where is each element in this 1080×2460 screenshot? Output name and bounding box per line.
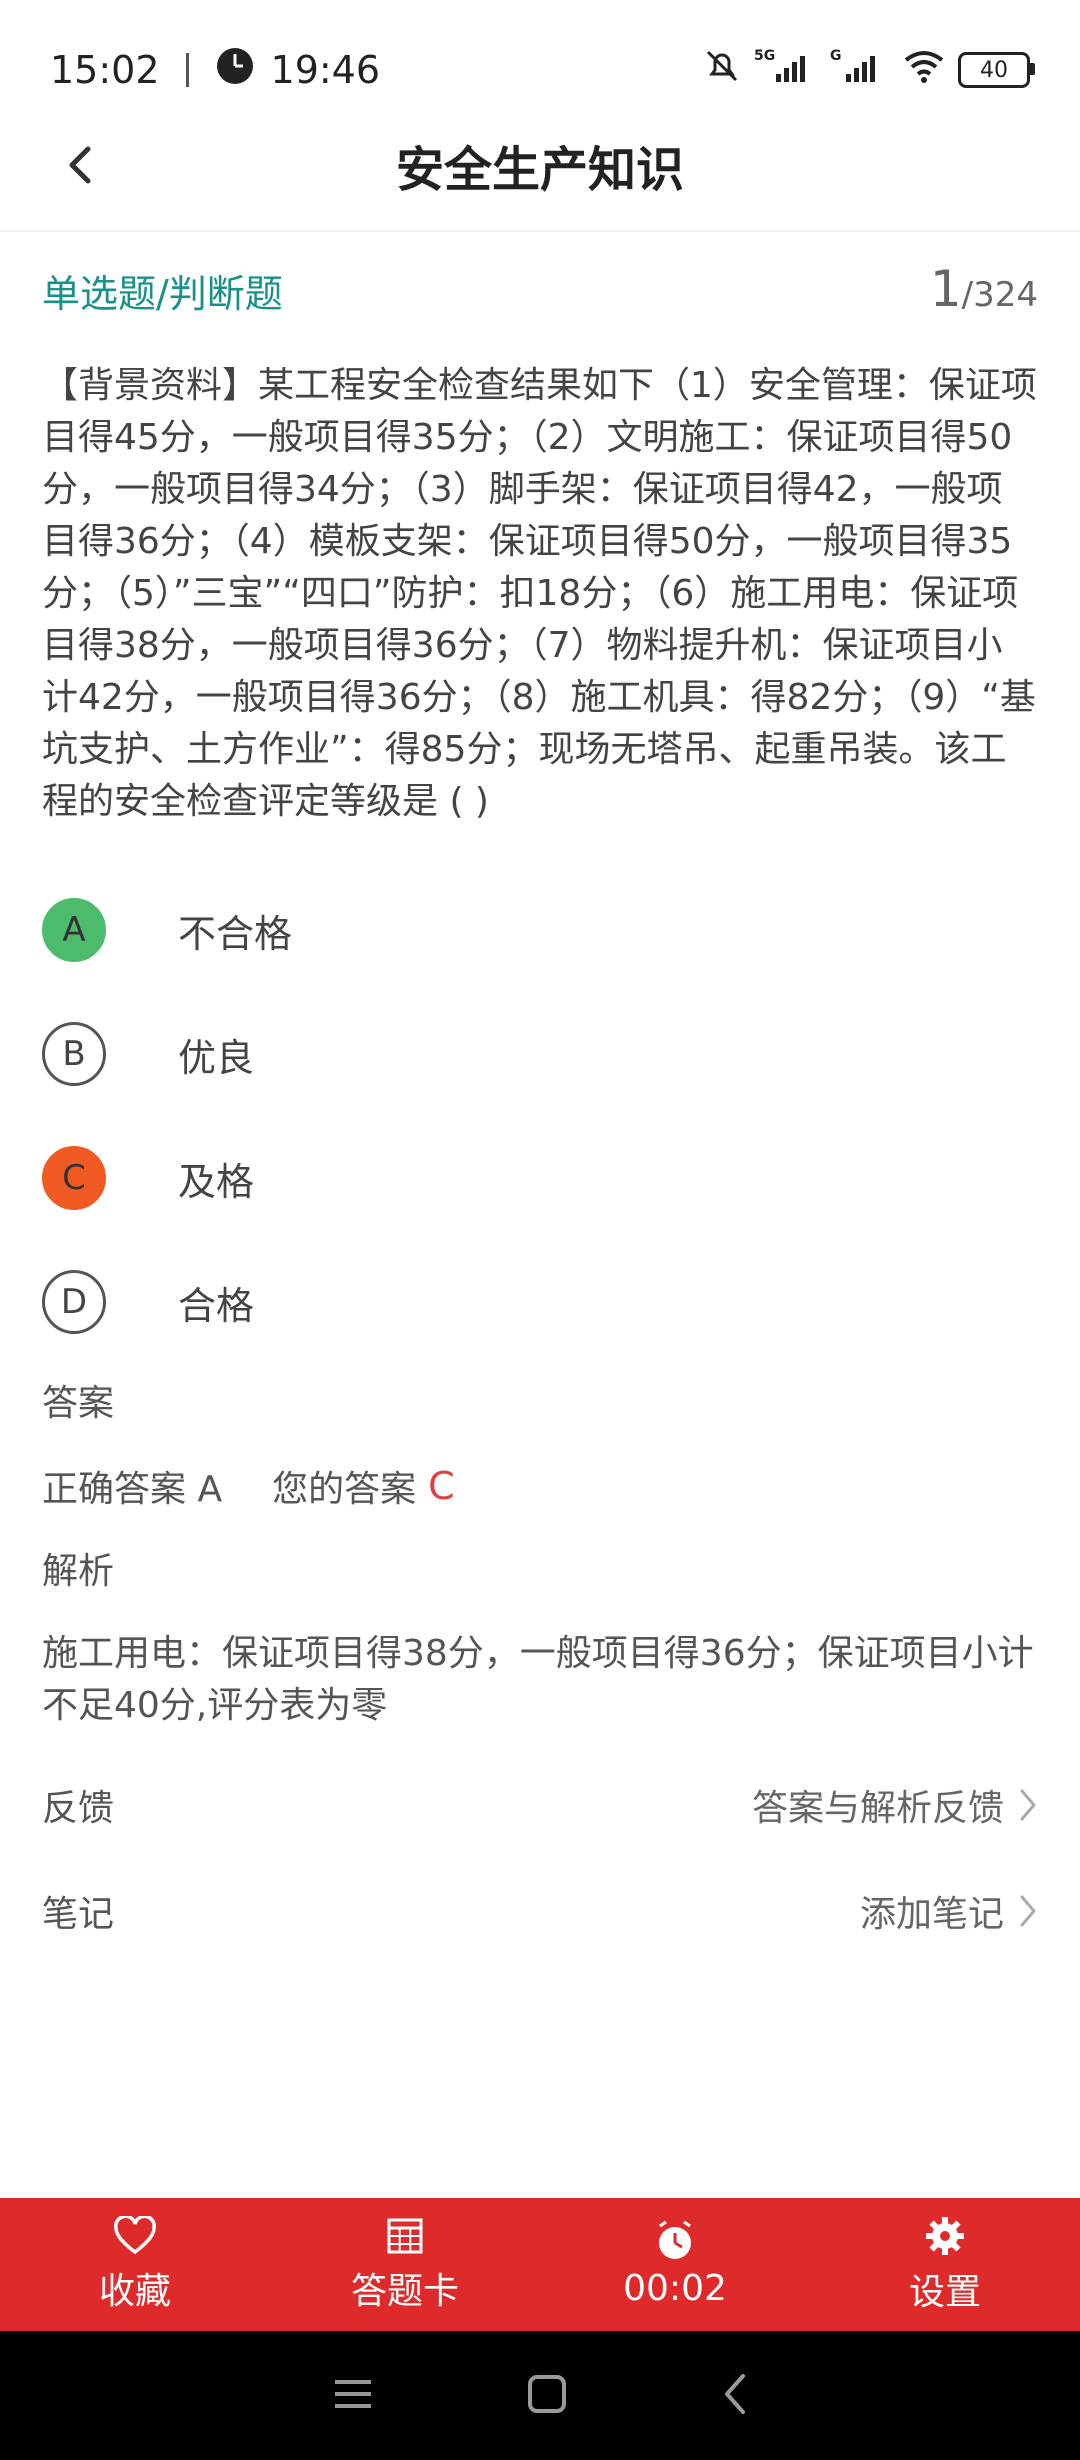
clock-app-icon	[215, 46, 255, 95]
feedback-action: 答案与解析反馈	[751, 1788, 1004, 1829]
chevron-right-icon	[1020, 1789, 1036, 1821]
chevron-right-icon	[1020, 1895, 1036, 1927]
question-counter: 1/324	[930, 260, 1038, 318]
answer-section-label: 答案	[42, 1383, 115, 1424]
option-d-badge: D	[42, 1270, 106, 1334]
question-total: /324	[961, 275, 1038, 315]
question-text: 【背景资料】某工程安全检查结果如下（1）安全管理：保证项目得45分，一般项目得3…	[42, 365, 1037, 822]
title-bar: 安全生产知识	[0, 100, 1080, 232]
tab-favorite[interactable]: 收藏	[0, 2198, 270, 2331]
gear-icon	[926, 2216, 964, 2255]
notes-row[interactable]: 笔记 添加笔记	[42, 1858, 1038, 1964]
back-nav-icon[interactable]	[719, 2372, 749, 2420]
tab-settings-label: 设置	[908, 2271, 981, 2313]
add-note-link[interactable]: 添加笔记	[860, 1885, 1038, 1937]
mute-bell-icon	[702, 46, 742, 95]
correct-answer-text: 正确答案 A	[42, 1469, 223, 1510]
question-content: 单选题/判断题 1/324 【背景资料】某工程安全检查结果如下（1）安全管理：保…	[42, 260, 1038, 1964]
tab-favorite-label: 收藏	[98, 2270, 171, 2312]
status-divider	[185, 53, 189, 87]
grid-icon	[387, 2218, 423, 2253]
tab-timer-label: 00:02	[623, 2268, 727, 2309]
signal-g-icon: G	[830, 46, 890, 95]
status-right: 5G G 40	[702, 46, 1035, 95]
option-b-label: 优良	[178, 1035, 255, 1080]
home-icon[interactable]	[525, 2372, 569, 2420]
question-type: 单选题/判断题	[42, 272, 283, 316]
status-left: 15:02 19:46	[50, 46, 380, 95]
wifi-icon	[902, 46, 946, 95]
system-nav-bar	[0, 2331, 1080, 2460]
feedback-label: 反馈	[42, 1788, 115, 1829]
option-b-badge: B	[42, 1022, 106, 1086]
question-header: 单选题/判断题 1/324	[42, 260, 1038, 318]
notes-action: 添加笔记	[859, 1894, 1004, 1935]
option-a[interactable]: A 不合格	[42, 868, 1038, 992]
options-list: A 不合格 B 优良 C 及格 D 合格	[42, 868, 1038, 1364]
status-time: 15:02	[50, 48, 160, 92]
option-d-label: 合格	[178, 1283, 255, 1328]
your-answer-label: 您的答案	[272, 1469, 417, 1510]
option-c-label: 及格	[178, 1159, 255, 1204]
bottom-tab-bar: 收藏 答题卡 00:02 设置	[0, 2198, 1080, 2331]
analysis-text: 施工用电：保证项目得38分，一般项目得36分；保证项目小计不足40分,评分表为零	[42, 1633, 1034, 1726]
back-button[interactable]	[50, 135, 110, 195]
feedback-row[interactable]: 反馈 答案与解析反馈	[42, 1752, 1038, 1858]
option-a-label: 不合格	[178, 911, 293, 956]
svg-text:5G: 5G	[754, 48, 775, 64]
signal-5g-icon: 5G	[754, 46, 818, 95]
tab-answer-card[interactable]: 答题卡	[270, 2198, 540, 2331]
analysis-section-label: 解析	[42, 1551, 115, 1592]
battery-icon: 40	[958, 52, 1035, 88]
svg-text:G: G	[830, 48, 842, 64]
question-current: 1	[929, 260, 962, 318]
tab-answer-card-label: 答题卡	[350, 2270, 459, 2312]
option-b[interactable]: B 优良	[42, 992, 1038, 1116]
answer-row: 正确答案 A 您的答案 C	[42, 1460, 1038, 1512]
chevron-left-icon	[69, 146, 91, 184]
page-title: 安全生产知识	[395, 142, 684, 198]
tab-settings[interactable]: 设置	[810, 2198, 1080, 2331]
clock-icon	[659, 2220, 691, 2259]
notes-label: 笔记	[42, 1894, 115, 1935]
option-a-badge: A	[42, 898, 106, 962]
heart-icon	[114, 2215, 156, 2254]
option-c[interactable]: C 及格	[42, 1116, 1038, 1240]
your-answer-value: C	[428, 1464, 455, 1508]
tab-timer[interactable]: 00:02	[540, 2198, 810, 2331]
feedback-link[interactable]: 答案与解析反馈	[752, 1779, 1038, 1831]
menu-icon[interactable]	[331, 2374, 375, 2418]
option-d[interactable]: D 合格	[42, 1240, 1038, 1364]
status-clock: 19:46	[270, 48, 381, 92]
option-c-badge: C	[42, 1146, 106, 1210]
